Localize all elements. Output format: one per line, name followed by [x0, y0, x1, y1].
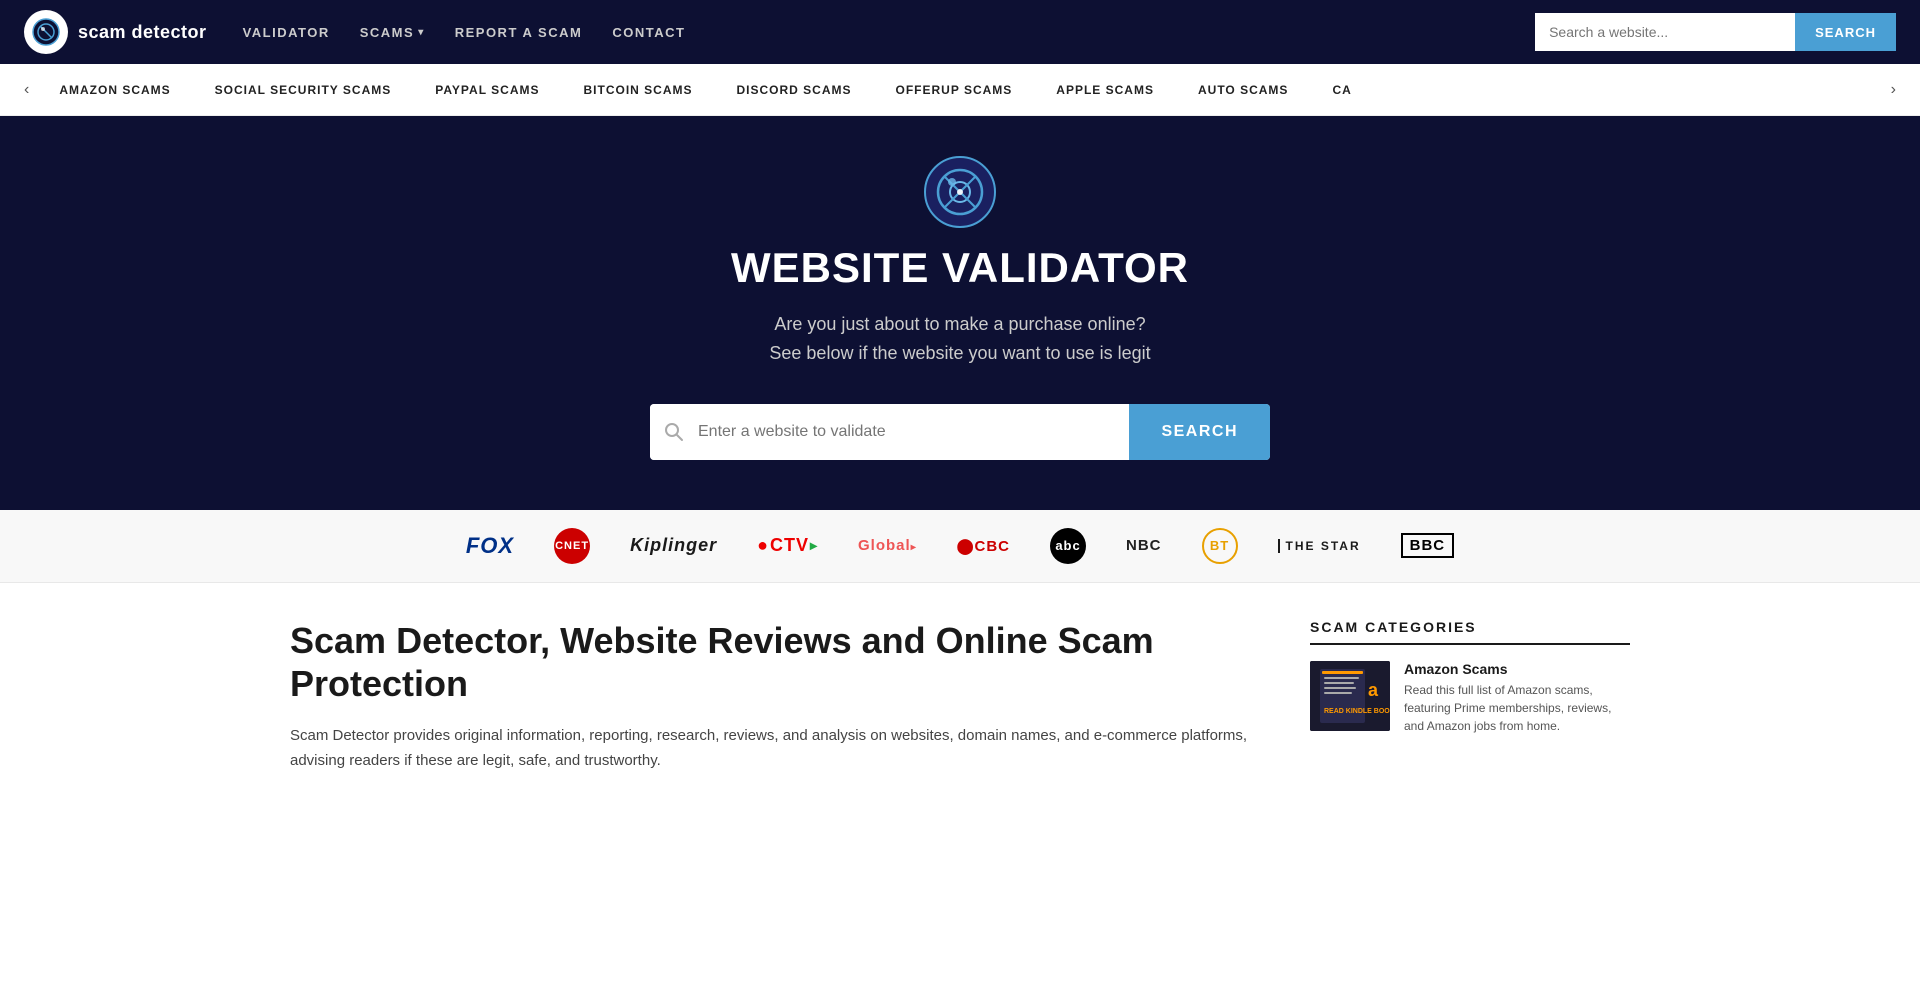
scam-bar-item-apple[interactable]: APPLE SCAMS: [1034, 83, 1176, 97]
media-logos-bar: FOX CNET Kiplinger ● CTV ▸ Global▸ ⬤CBC …: [0, 510, 1920, 583]
search-icon: [650, 404, 698, 460]
media-logo-cnet: CNET: [554, 528, 590, 564]
hero-search-button[interactable]: SEARCH: [1129, 404, 1270, 460]
scam-bar-item-bitcoin[interactable]: BITCOIN SCAMS: [561, 83, 714, 97]
nav-search-button[interactable]: SEARCH: [1795, 13, 1896, 51]
sidebar: SCAM CATEGORIES READ KINDLE BOOKS a Amaz…: [1310, 619, 1630, 774]
hero-title: WEBSITE VALIDATOR: [731, 244, 1189, 292]
sidebar-card-title-amazon: Amazon Scams: [1404, 661, 1630, 677]
scam-bar-item-discord[interactable]: DISCORD SCAMS: [714, 83, 873, 97]
page-title: Scam Detector, Website Reviews and Onlin…: [290, 619, 1270, 705]
media-logo-global: Global▸: [858, 537, 917, 554]
svg-text:READ KINDLE BOOKS: READ KINDLE BOOKS: [1324, 708, 1390, 715]
chevron-down-icon: ▾: [418, 27, 425, 38]
hero-section: WEBSITE VALIDATOR Are you just about to …: [0, 116, 1920, 510]
scroll-right-arrow[interactable]: ›: [1883, 81, 1904, 99]
scam-bar-items: AMAZON SCAMS SOCIAL SECURITY SCAMS PAYPA…: [37, 83, 1882, 97]
hero-search-input[interactable]: [698, 404, 1129, 460]
sidebar-card-content-amazon: Amazon Scams Read this full list of Amaz…: [1404, 661, 1630, 735]
scam-bar-item-amazon[interactable]: AMAZON SCAMS: [37, 83, 192, 97]
nav-link-contact[interactable]: CONTACT: [612, 25, 685, 40]
scam-bar-item-auto[interactable]: AUTO SCAMS: [1176, 83, 1310, 97]
logo[interactable]: scam detector: [24, 10, 207, 54]
navbar-left: scam detector VALIDATOR SCAMS ▾ REPORT A…: [24, 10, 685, 54]
hero-logo: [924, 156, 996, 228]
main-left: Scam Detector, Website Reviews and Onlin…: [290, 619, 1270, 774]
navbar-search: SEARCH: [1535, 13, 1896, 51]
sidebar-card-amazon: READ KINDLE BOOKS a Amazon Scams Read th…: [1310, 661, 1630, 735]
media-logo-cbc: ⬤CBC: [957, 537, 1010, 555]
scam-bar-item-offerup[interactable]: OFFERUP SCAMS: [874, 83, 1035, 97]
main-content: Scam Detector, Website Reviews and Onlin…: [260, 583, 1660, 810]
nav-search-input[interactable]: [1535, 13, 1795, 51]
page-description: Scam Detector provides original informat…: [290, 723, 1270, 774]
scam-categories-bar: ‹ AMAZON SCAMS SOCIAL SECURITY SCAMS PAY…: [0, 64, 1920, 116]
scam-bar-item-social-security[interactable]: SOCIAL SECURITY SCAMS: [193, 83, 414, 97]
scroll-left-arrow[interactable]: ‹: [16, 81, 37, 99]
media-logo-nbc: NBC: [1126, 537, 1162, 554]
media-logo-fox: FOX: [466, 533, 514, 559]
hero-search-bar: SEARCH: [650, 404, 1270, 460]
media-logo-bt: BT: [1202, 528, 1238, 564]
nav-link-validator[interactable]: VALIDATOR: [243, 25, 330, 40]
navbar: scam detector VALIDATOR SCAMS ▾ REPORT A…: [0, 0, 1920, 64]
sidebar-title: SCAM CATEGORIES: [1310, 619, 1630, 645]
nav-link-report[interactable]: REPORT A SCAM: [455, 25, 583, 40]
media-logo-bbc: BBC: [1401, 533, 1455, 558]
nav-link-scams[interactable]: SCAMS ▾: [360, 25, 425, 40]
svg-text:a: a: [1368, 680, 1379, 700]
media-logo-thestar: THE STAR: [1278, 539, 1361, 553]
media-logo-kiplinger: Kiplinger: [630, 535, 717, 556]
logo-icon: [24, 10, 68, 54]
sidebar-card-image-amazon: READ KINDLE BOOKS a: [1310, 661, 1390, 731]
media-logo-abc: abc: [1050, 528, 1086, 564]
scam-bar-item-ca[interactable]: CA: [1310, 83, 1373, 97]
nav-links: VALIDATOR SCAMS ▾ REPORT A SCAM CONTACT: [243, 25, 686, 40]
media-logo-ctv: ● CTV ▸: [757, 535, 818, 556]
logo-text: scam detector: [78, 22, 207, 43]
hero-subtitle: Are you just about to make a purchase on…: [769, 310, 1150, 368]
sidebar-card-desc-amazon: Read this full list of Amazon scams, fea…: [1404, 681, 1630, 735]
scam-bar-item-paypal[interactable]: PAYPAL SCAMS: [413, 83, 561, 97]
